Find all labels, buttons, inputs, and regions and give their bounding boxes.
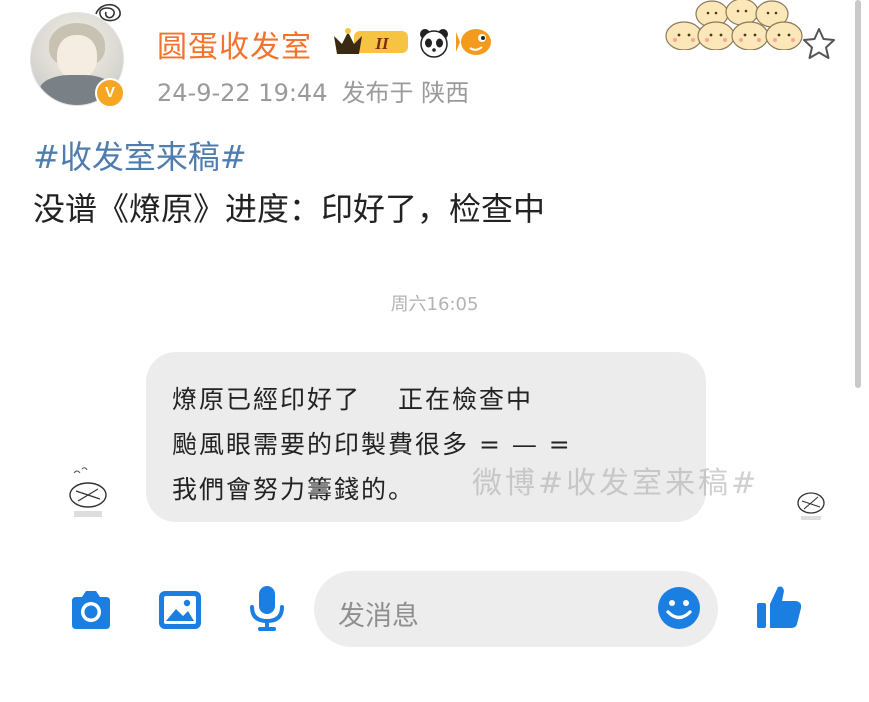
- watermark: 微博#收发室来稿#: [472, 466, 760, 501]
- thumbs-up-icon[interactable]: [754, 582, 804, 632]
- vip-level-label: II: [374, 34, 390, 53]
- message-line: 颱風眼需要的印製費很多 = — =: [172, 430, 572, 459]
- message-input-placeholder[interactable]: 发消息: [338, 594, 419, 633]
- post-meta: 24-9-22 19:44 发布于 陕西: [157, 73, 483, 108]
- sticker-icon: [797, 492, 825, 520]
- microphone-icon[interactable]: [242, 583, 292, 633]
- topic-hashtag[interactable]: #收发室来稿#: [33, 132, 247, 178]
- message-line: 燎原已經印好了 正在檢查中: [172, 385, 533, 414]
- post-location: 发布于 陕西: [341, 79, 470, 107]
- chat-timestamp: 周六16:05: [390, 294, 479, 315]
- image-icon[interactable]: [155, 585, 205, 635]
- post-timestamp: 24-9-22 19:44: [157, 79, 328, 107]
- verified-badge: V: [95, 78, 125, 108]
- memo-sticker-icon: [69, 467, 107, 517]
- vip-crown-badge-icon: II: [334, 28, 408, 54]
- favorite-star-icon[interactable]: [801, 26, 837, 62]
- cartoon-buns-decoration-icon: [665, 0, 803, 50]
- scrollbar[interactable]: [855, 0, 861, 388]
- smile-icon[interactable]: [656, 585, 702, 631]
- scribble-decoration-icon: [95, 3, 121, 22]
- username[interactable]: 圆蛋收发室: [157, 22, 312, 66]
- camera-icon[interactable]: [66, 585, 116, 635]
- fish-icon: [456, 29, 491, 55]
- panda-icon: [420, 29, 448, 58]
- message-line: 我們會努力籌錢的。: [172, 475, 416, 504]
- post-content: 没谱《燎原》进度：印好了，检查中: [33, 190, 546, 228]
